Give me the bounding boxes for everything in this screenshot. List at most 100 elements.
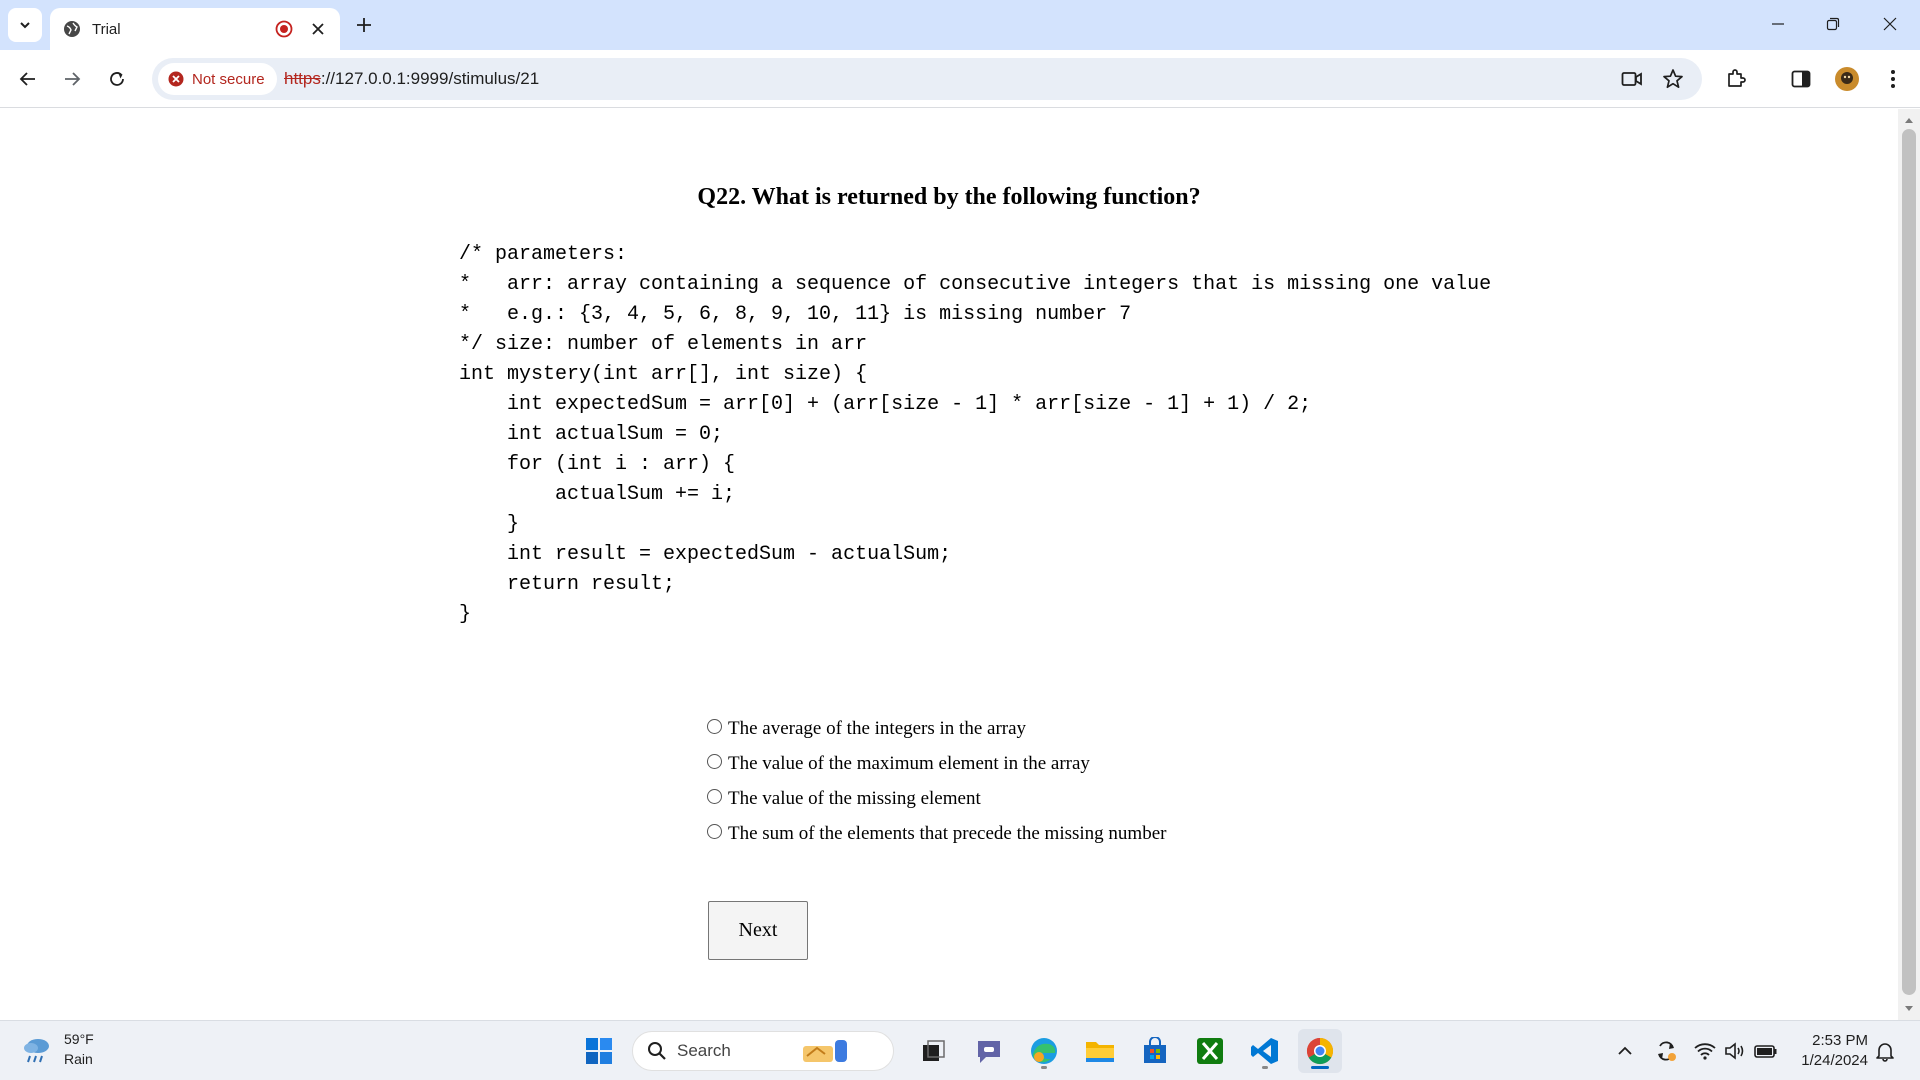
code-line: int mystery(int arr[], int size) { — [459, 363, 868, 386]
volume-icon[interactable] — [1723, 1039, 1747, 1063]
notification-bell-icon[interactable] — [1873, 1039, 1897, 1063]
side-panel-button[interactable] — [1785, 63, 1817, 95]
radio-button[interactable] — [707, 789, 722, 804]
new-tab-button[interactable] — [350, 11, 378, 39]
option-label: The average of the integers in the array — [728, 717, 1027, 739]
answer-option[interactable]: The average of the integers in the array — [707, 711, 1166, 746]
code-line: int actualSum = 0; — [459, 423, 724, 446]
xbox-icon — [1197, 1038, 1223, 1064]
scroll-up-arrow-icon[interactable] — [1898, 113, 1920, 127]
battery-icon[interactable] — [1754, 1039, 1778, 1063]
plus-icon — [357, 18, 371, 32]
browser-tab[interactable]: Trial — [50, 8, 340, 50]
page-content: Q22. What is returned by the following f… — [0, 109, 1898, 1020]
arrow-right-icon — [65, 72, 81, 86]
start-button[interactable] — [577, 1029, 621, 1073]
recording-icon — [274, 19, 294, 39]
taskbar-search[interactable]: Search — [632, 1031, 894, 1071]
vscode-app[interactable] — [1243, 1029, 1287, 1073]
warning-icon — [168, 71, 184, 87]
rain-cloud-icon — [24, 1039, 49, 1063]
reload-icon — [110, 72, 124, 86]
option-label: The value of the maximum element in the … — [728, 752, 1090, 774]
task-view-icon — [923, 1040, 945, 1061]
extensions-button[interactable] — [1720, 63, 1752, 95]
weather-widget[interactable]: 59°F Rain — [20, 1029, 94, 1069]
forward-button[interactable] — [56, 63, 88, 95]
globe-icon — [62, 19, 82, 39]
windows-logo-icon — [586, 1038, 612, 1064]
wifi-icon[interactable] — [1693, 1039, 1717, 1063]
edge-icon — [1031, 1038, 1057, 1064]
page-scrollbar[interactable] — [1898, 109, 1920, 1020]
minimize-button[interactable] — [1758, 8, 1798, 40]
security-chip[interactable]: Not secure — [158, 63, 277, 95]
restore-icon — [1826, 17, 1840, 31]
chrome-app[interactable] — [1298, 1029, 1342, 1073]
close-tab-icon[interactable] — [308, 19, 328, 39]
app-running-indicator — [1041, 1066, 1047, 1069]
browser-toolbar: Not secure https://127.0.0.1:9999/stimul… — [0, 50, 1920, 108]
radio-button[interactable] — [707, 754, 722, 769]
next-button[interactable]: Next — [708, 901, 808, 960]
close-window-button[interactable] — [1870, 8, 1910, 40]
question-title: Q22. What is returned by the following f… — [697, 184, 1201, 210]
sync-icon[interactable] — [1654, 1039, 1678, 1063]
system-clock[interactable]: 2:53 PM 1/24/2024 — [1790, 1031, 1868, 1071]
answer-option[interactable]: The value of the missing element — [707, 781, 1166, 816]
vscode-icon — [1251, 1038, 1278, 1064]
option-label: The value of the missing element — [728, 787, 981, 809]
puzzle-icon — [1728, 69, 1746, 87]
restore-button[interactable] — [1813, 8, 1853, 40]
back-button[interactable] — [12, 63, 44, 95]
close-icon — [1883, 17, 1897, 31]
scroll-down-arrow-icon[interactable] — [1898, 1002, 1920, 1016]
code-line: actualSum += i; — [459, 483, 736, 506]
weather-description: Rain — [64, 1051, 93, 1067]
show-hidden-icons-chevron-icon[interactable] — [1613, 1039, 1637, 1063]
avatar-icon — [1835, 67, 1859, 91]
file-explorer-app[interactable] — [1078, 1029, 1122, 1073]
teams-chat-app[interactable] — [967, 1029, 1011, 1073]
radio-button[interactable] — [707, 824, 722, 839]
app-active-indicator — [1311, 1066, 1329, 1069]
security-label: Not secure — [192, 70, 265, 88]
clock-time: 2:53 PM — [1812, 1032, 1868, 1049]
url-text[interactable]: https://127.0.0.1:9999/stimulus/21 — [284, 69, 539, 89]
weather-temperature: 59°F — [64, 1031, 94, 1047]
option-label: The sum of the elements that precede the… — [728, 822, 1167, 844]
menu-button[interactable] — [1877, 63, 1909, 95]
arrow-left-icon — [19, 72, 35, 86]
code-line: for (int i : arr) { — [459, 453, 736, 476]
code-line: /* parameters: — [459, 243, 628, 266]
search-icon — [648, 1042, 666, 1060]
edge-app[interactable] — [1022, 1029, 1066, 1073]
code-line: } — [459, 603, 472, 626]
tab-strip: Trial — [0, 0, 1920, 50]
search-placeholder: Search — [677, 1041, 731, 1060]
code-line: */ size: number of elements in arr — [459, 333, 868, 356]
profile-avatar[interactable] — [1831, 63, 1863, 95]
xbox-app[interactable] — [1188, 1029, 1232, 1073]
answer-option[interactable]: The value of the maximum element in the … — [707, 746, 1166, 781]
reload-button[interactable] — [101, 63, 133, 95]
kebab-menu-icon — [1891, 70, 1895, 88]
camera-icon[interactable] — [1618, 65, 1646, 93]
app-running-indicator — [1262, 1066, 1268, 1069]
microsoft-store-app[interactable] — [1133, 1029, 1177, 1073]
store-icon — [1144, 1037, 1166, 1063]
code-block: /* parameters: * arr: array containing a … — [459, 240, 1491, 630]
tab-search-button[interactable] — [8, 8, 42, 42]
bookmark-star-icon[interactable] — [1659, 65, 1687, 93]
answer-option[interactable]: The sum of the elements that precede the… — [707, 816, 1166, 851]
minimize-icon — [1772, 23, 1784, 25]
chrome-icon — [1306, 1037, 1334, 1065]
scroll-thumb[interactable] — [1902, 129, 1916, 995]
radio-button[interactable] — [707, 719, 722, 734]
code-line: int expectedSum = arr[0] + (arr[size - 1… — [459, 393, 1312, 416]
tab-title: Trial — [92, 20, 121, 38]
task-view-button[interactable] — [911, 1029, 955, 1073]
address-bar[interactable]: Not secure https://127.0.0.1:9999/stimul… — [152, 58, 1702, 100]
search-highlight-icon — [802, 1040, 847, 1062]
clock-date: 1/24/2024 — [1801, 1052, 1868, 1069]
